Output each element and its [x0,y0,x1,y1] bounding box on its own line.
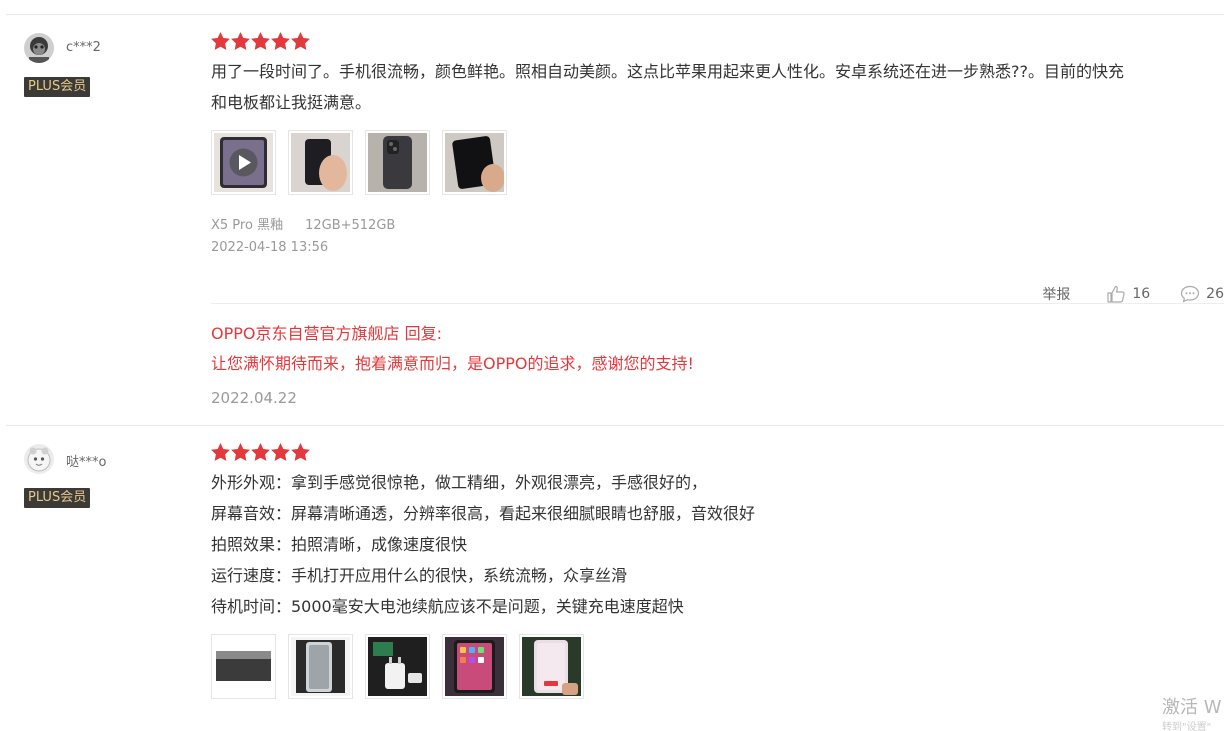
comment-button[interactable]: 26 [1180,284,1224,304]
phone-back-image[interactable] [365,130,430,195]
star-icon [231,443,250,463]
review-text-line: 和电板都让我挺满意。 [211,93,372,112]
plus-member-badge: PLUS会员 [24,77,91,97]
avatar[interactable] [24,33,54,63]
star-icon [291,32,310,52]
review-images [211,130,1224,195]
star-rating [211,32,1224,52]
star-icon [251,32,270,52]
reply-text: 让您满怀期待而来，抱着满意而归，是OPPO的追求，感谢您的支持! [211,354,694,373]
review-text: 用了一段时间了。手机很流畅，颜色鲜艳。照相自动美颜。这点比苹果用起来更人性化。安… [211,56,1211,118]
review-date: 2022-04-18 13:56 [211,240,329,255]
product-storage: 12GB+512GB [305,218,396,233]
phone-in-hand-image[interactable] [288,130,353,195]
review-content: 用了一段时间了。手机很流畅，颜色鲜艳。照相自动美颜。这点比苹果用起来更人性化。安… [211,32,1224,303]
comment-icon [1181,285,1200,303]
review-item: c***2 PLUS会员 用了一段时间了。手机很流畅，颜色鲜艳。照相自动美颜。这… [0,15,1224,425]
phone-dark-image[interactable] [442,130,507,195]
windows-activation-subtext: 转到"设置" [1162,722,1212,731]
windows-activation-watermark: 激活 W [1162,697,1222,718]
review-text-line: 用了一段时间了。手机很流畅，颜色鲜艳。照相自动美颜。这点比苹果用起来更人性化。安… [211,62,1124,81]
review-list: c***2 PLUS会员 用了一段时间了。手机很流畅，颜色鲜艳。照相自动美颜。这… [0,0,1224,731]
star-rating [211,443,1224,463]
review-item: 哒***o PLUS会员 外形外观：拿到手感觉很惊艳，做工精细，外观很漂亮，手感… [0,426,1224,731]
review-text: 外形外观：拿到手感觉很惊艳，做工精细，外观很漂亮，手感很好的， 屏幕音效：屏幕清… [211,467,1211,622]
phone-screen-image[interactable] [442,634,507,699]
username: 哒***o [66,455,107,470]
comment-count: 26 [1206,286,1224,302]
phone-front-image[interactable] [288,634,353,699]
video-thumbnail[interactable] [211,130,276,195]
accessories-image[interactable] [365,634,430,699]
divider [211,303,1224,304]
product-meta: X5 Pro 黑釉 12GB+512GB 2022-04-18 13:56 [211,215,1224,259]
product-spec: X5 Pro 黑釉 12GB+512GB [211,215,1224,237]
star-icon [291,443,310,463]
reply-date: 2022.04.22 [211,389,297,407]
review-text-line: 外形外观：拿到手感觉很惊艳，做工精细，外观很漂亮，手感很好的， [211,473,708,492]
review-images [211,634,1224,699]
star-icon [211,443,230,463]
review-actions: 举报 16 26 [1042,284,1224,304]
star-icon [271,443,290,463]
reply-title: OPPO京东自营官方旗舰店 回复: [211,324,442,343]
review-text-line: 运行速度：手机打开应用什么的很快，系统流畅，众享丝滑 [211,566,628,585]
star-icon [271,32,290,52]
phone-box-image[interactable] [211,634,276,699]
review-text-line: 待机时间：5000毫安大电池续航应该不是问题，关键充电速度超快 [211,597,684,616]
username: c***2 [66,40,101,55]
thumbs-up-icon [1107,285,1126,303]
star-icon [251,443,270,463]
like-button[interactable]: 16 [1106,284,1150,304]
review-text-line: 拍照效果：拍照清晰，成像速度很快 [211,535,468,554]
avatar[interactable] [24,444,54,474]
product-color: X5 Pro 黑釉 [211,218,284,233]
review-text-line: 屏幕音效：屏幕清晰通透，分辨率很高，看起来很细腻眼睛也舒服，音效很好 [211,504,756,523]
phone-boot-image[interactable] [519,634,584,699]
star-icon [211,32,230,52]
star-icon [231,32,250,52]
report-link[interactable]: 举报 [1042,284,1070,304]
seller-reply: OPPO京东自营官方旗舰店 回复: 让您满怀期待而来，抱着满意而归，是OPPO的… [211,319,1211,415]
review-content: 外形外观：拿到手感觉很惊艳，做工精细，外观很漂亮，手感很好的， 屏幕音效：屏幕清… [211,443,1224,699]
plus-member-badge: PLUS会员 [24,488,91,508]
like-count: 16 [1132,286,1151,302]
